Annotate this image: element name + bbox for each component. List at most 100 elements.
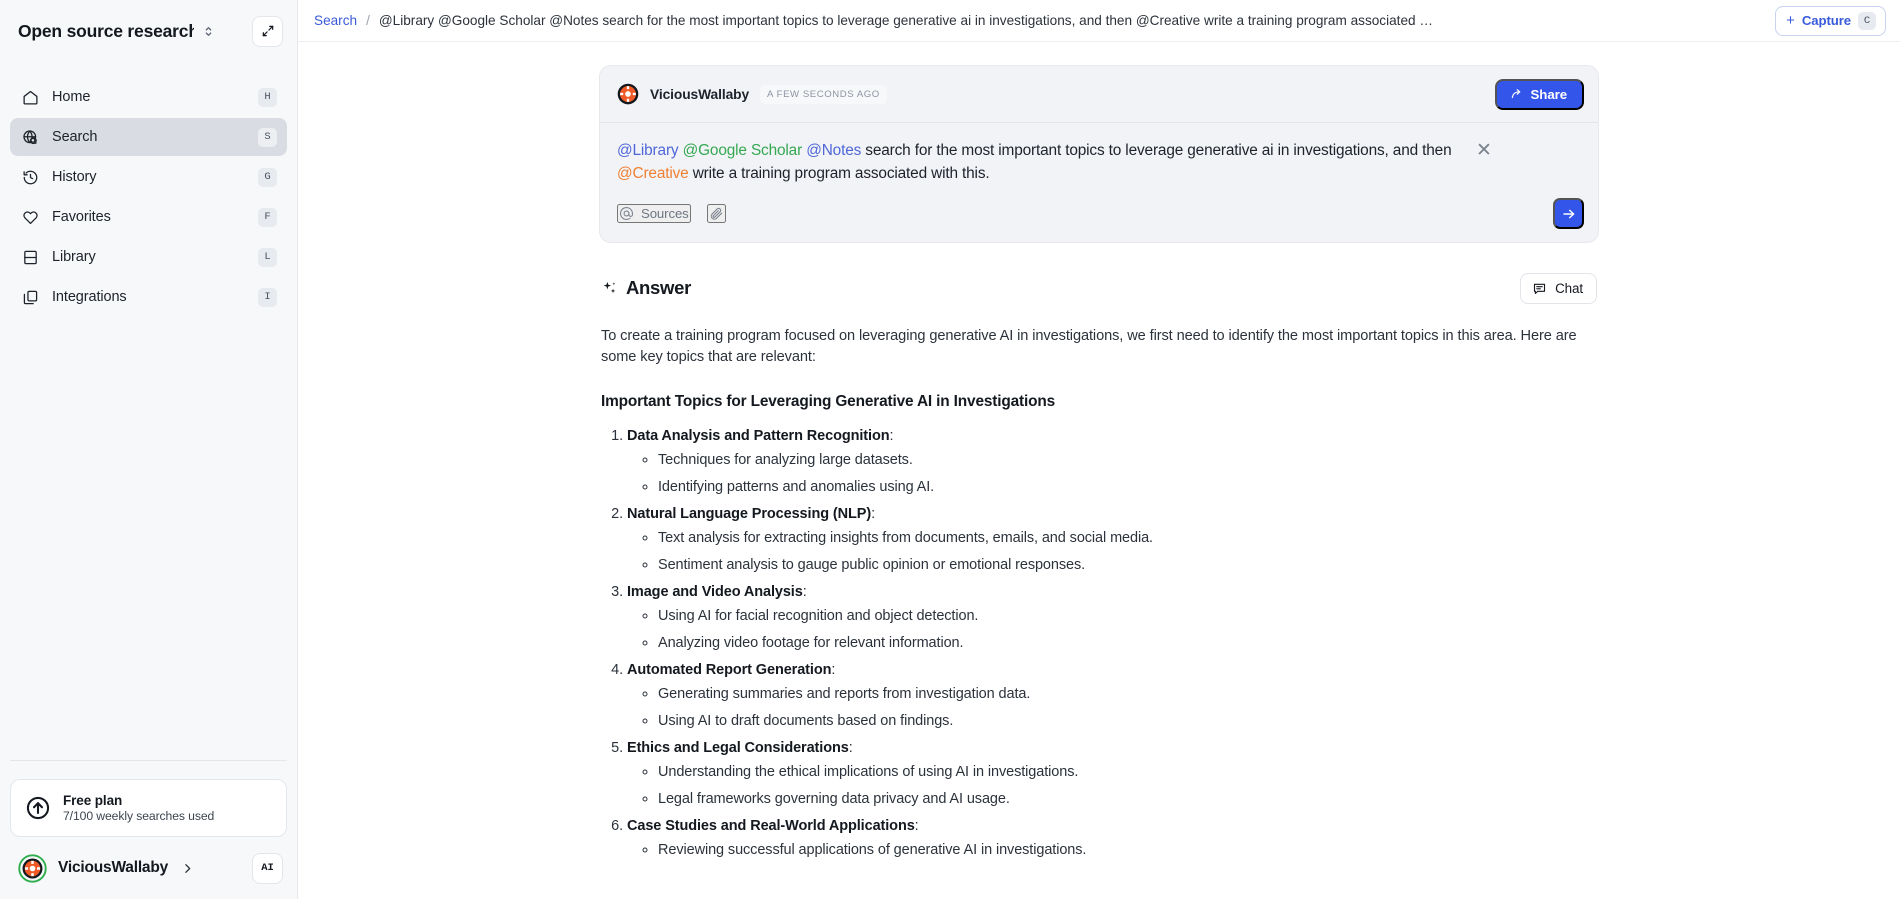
plus-icon: + bbox=[1786, 12, 1795, 29]
sidebar-item-history[interactable]: History G bbox=[10, 158, 287, 196]
chevron-right-icon[interactable] bbox=[181, 862, 194, 875]
breadcrumb-root[interactable]: Search bbox=[314, 13, 357, 28]
plan-text: Free plan 7/100 weekly searches used bbox=[63, 793, 214, 823]
workspace-title[interactable]: Open source research bbox=[18, 21, 194, 42]
main-area: Search / @Library @Google Scholar @Notes… bbox=[298, 0, 1900, 899]
topic-item: Ethics and Legal Considerations:Understa… bbox=[627, 738, 1597, 810]
topic-bullets: Using AI for facial recognition and obje… bbox=[627, 606, 1597, 654]
query-timestamp: A FEW SECONDS AGO bbox=[760, 84, 887, 104]
answer-title: Answer bbox=[626, 277, 692, 299]
capture-label: Capture bbox=[1801, 13, 1851, 28]
topic-bullet: Using AI to draft documents based on fin… bbox=[658, 711, 1597, 732]
topic-bullets: Text analysis for extracting insights fr… bbox=[627, 528, 1597, 576]
topbar: Search / @Library @Google Scholar @Notes… bbox=[298, 0, 1900, 42]
copy-stack-icon bbox=[21, 288, 39, 306]
topic-bullets: Reviewing successful applications of gen… bbox=[627, 840, 1597, 861]
topic-bullet: Reviewing successful applications of gen… bbox=[658, 840, 1597, 861]
upgrade-arrow-icon bbox=[25, 795, 51, 821]
topic-bullet: Sentiment analysis to gauge public opini… bbox=[658, 555, 1597, 576]
breadcrumb-separator: / bbox=[366, 13, 370, 28]
globe-search-icon bbox=[21, 128, 39, 146]
chat-label: Chat bbox=[1555, 280, 1583, 296]
topic-title: Case Studies and Real-World Applications bbox=[627, 817, 915, 834]
collapse-sidebar-button[interactable] bbox=[252, 15, 283, 47]
sidebar-item-label: Favorites bbox=[52, 209, 111, 225]
topic-bullets: Generating summaries and reports from in… bbox=[627, 684, 1597, 732]
topic-bullets: Techniques for analyzing large datasets.… bbox=[627, 450, 1597, 498]
answer-body: To create a training program focused on … bbox=[599, 326, 1599, 861]
sidebar-item-shortcut: F bbox=[258, 207, 277, 227]
user-row[interactable]: ViciousWallaby AI bbox=[0, 837, 297, 899]
sidebar-divider bbox=[10, 760, 287, 761]
app-root: Open source research Home H Search S His… bbox=[0, 0, 1900, 899]
query-mention[interactable]: @Creative bbox=[617, 165, 689, 182]
plan-name: Free plan bbox=[63, 793, 123, 808]
query-text[interactable]: @Library @Google Scholar @Notes search f… bbox=[617, 139, 1462, 186]
topic-bullet: Analyzing video footage for relevant inf… bbox=[658, 633, 1597, 654]
query-body: @Library @Google Scholar @Notes search f… bbox=[600, 122, 1598, 186]
home-icon bbox=[21, 88, 39, 106]
query-card: ViciousWallaby A FEW SECONDS AGO Share @… bbox=[599, 65, 1599, 243]
topics-list: Data Analysis and Pattern Recognition:Te… bbox=[601, 426, 1597, 861]
book-icon bbox=[21, 248, 39, 266]
answer-heading: Important Topics for Leveraging Generati… bbox=[601, 392, 1056, 410]
sidebar-item-shortcut: H bbox=[258, 87, 277, 107]
user-name: ViciousWallaby bbox=[58, 859, 169, 876]
paperclip-icon bbox=[710, 208, 722, 221]
submit-query-button[interactable] bbox=[1553, 198, 1584, 230]
topic-item: Case Studies and Real-World Applications… bbox=[627, 816, 1597, 861]
sidebar-item-home[interactable]: Home H bbox=[10, 78, 287, 116]
at-icon bbox=[620, 207, 633, 221]
topic-bullet: Legal frameworks governing data privacy … bbox=[658, 789, 1597, 810]
avatar bbox=[18, 853, 47, 883]
sidebar-item-favorites[interactable]: Favorites F bbox=[10, 198, 287, 236]
answer-intro: To create a training program focused on … bbox=[601, 327, 1577, 366]
topic-bullet: Techniques for analyzing large datasets. bbox=[658, 450, 1597, 471]
sidebar-nav: Home H Search S History G Favorites F Li… bbox=[0, 78, 297, 316]
workspace-switcher-icon[interactable] bbox=[202, 25, 215, 38]
sidebar-item-label: History bbox=[52, 169, 97, 185]
capture-shortcut: C bbox=[1858, 11, 1876, 30]
sidebar-item-label: Home bbox=[52, 89, 91, 105]
plan-card[interactable]: Free plan 7/100 weekly searches used bbox=[10, 779, 287, 837]
topic-bullet: Using AI for facial recognition and obje… bbox=[658, 606, 1597, 627]
query-mention[interactable]: @Google Scholar bbox=[683, 142, 803, 159]
query-card-header: ViciousWallaby A FEW SECONDS AGO Share bbox=[600, 66, 1598, 122]
sidebar-item-search[interactable]: Search S bbox=[10, 118, 287, 156]
sidebar-item-shortcut: I bbox=[258, 287, 277, 307]
answer-header: Answer Chat bbox=[599, 272, 1599, 304]
sidebar-item-library[interactable]: Library L bbox=[10, 238, 287, 276]
topic-item: Automated Report Generation:Generating s… bbox=[627, 660, 1597, 732]
sidebar-item-shortcut: S bbox=[258, 127, 277, 147]
arrow-right-icon bbox=[1562, 209, 1574, 219]
avatar bbox=[617, 83, 639, 105]
topic-title: Natural Language Processing (NLP) bbox=[627, 505, 872, 522]
sidebar-item-integrations[interactable]: Integrations I bbox=[10, 278, 287, 316]
query-mention[interactable]: @Notes bbox=[806, 142, 861, 159]
query-mention[interactable]: @Library bbox=[617, 142, 679, 159]
sidebar-item-label: Library bbox=[52, 249, 96, 265]
ai-badge[interactable]: AI bbox=[252, 852, 283, 884]
share-button[interactable]: Share bbox=[1494, 78, 1584, 110]
chat-button[interactable]: Chat bbox=[1520, 272, 1597, 304]
capture-button[interactable]: + Capture C bbox=[1775, 5, 1886, 36]
topic-bullet: Understanding the ethical implications o… bbox=[658, 762, 1597, 783]
sources-button[interactable]: Sources bbox=[617, 204, 691, 224]
topic-title: Image and Video Analysis bbox=[627, 583, 803, 600]
attach-button[interactable] bbox=[706, 204, 726, 224]
topic-bullet: Generating summaries and reports from in… bbox=[658, 684, 1597, 705]
content-column: ViciousWallaby A FEW SECONDS AGO Share @… bbox=[599, 42, 1599, 899]
query-text-segment: write a training program associated with… bbox=[688, 165, 990, 183]
topic-title: Ethics and Legal Considerations bbox=[627, 739, 849, 756]
sources-label: Sources bbox=[641, 206, 689, 222]
share-arrow-icon bbox=[1511, 89, 1520, 99]
sidebar-header: Open source research bbox=[0, 0, 297, 62]
topic-item: Image and Video Analysis:Using AI for fa… bbox=[627, 582, 1597, 654]
sidebar-item-label: Integrations bbox=[52, 289, 127, 305]
query-footer: Sources bbox=[600, 186, 1598, 242]
close-icon[interactable]: ✕ bbox=[1476, 139, 1492, 186]
content-scroll[interactable]: ViciousWallaby A FEW SECONDS AGO Share @… bbox=[298, 42, 1900, 899]
sidebar-item-label: Search bbox=[52, 129, 98, 145]
topic-title: Automated Report Generation bbox=[627, 661, 832, 678]
